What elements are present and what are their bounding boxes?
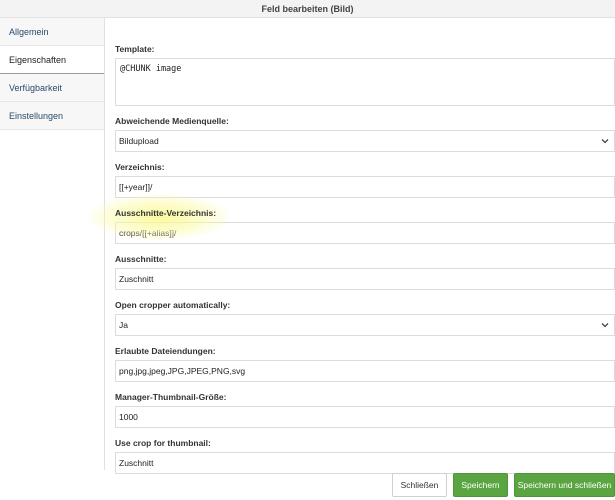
chevron-down-icon <box>601 139 609 144</box>
close-button[interactable]: Schließen <box>392 473 447 497</box>
open-cropper-select[interactable]: Ja <box>115 314 615 336</box>
media-source-value: Bildupload <box>119 136 159 146</box>
template-label: Template: <box>115 44 155 54</box>
sidebar-item-allgemein[interactable]: Allgemein <box>0 18 104 46</box>
allowed-extensions-label: Erlaubte Dateiendungen: <box>115 346 216 356</box>
dialog-footer: Schließen Speichern Speichern und schlie… <box>105 470 615 500</box>
dialog-title: Feld bearbeiten (Bild) <box>0 0 615 18</box>
sidebar-item-eigenschaften[interactable]: Eigenschaften <box>0 46 104 74</box>
sidebar: Allgemein Eigenschaften Verfügbarkeit Ei… <box>0 18 105 470</box>
crop-thumbnail-field: Use crop for thumbnail: Zuschnitt <box>115 438 615 474</box>
crops-label: Ausschnitte: <box>115 254 167 264</box>
thumbnail-size-field: Manager-Thumbnail-Größe: 1000 <box>115 392 615 428</box>
crops-directory-label: Ausschnitte-Verzeichnis: <box>115 208 217 218</box>
media-source-select[interactable]: Bildupload <box>115 130 615 152</box>
media-source-label: Abweichende Medienquelle: <box>115 116 229 126</box>
crop-thumbnail-label: Use crop for thumbnail: <box>115 438 211 448</box>
open-cropper-field: Open cropper automatically: Ja <box>115 300 615 336</box>
allowed-extensions-input[interactable]: png,jpg,jpeg,JPG,JPEG,PNG,svg <box>115 360 615 382</box>
open-cropper-value: Ja <box>119 320 128 330</box>
directory-field: Verzeichnis: [[+year]]/ <box>115 162 615 198</box>
crops-input[interactable]: Zuschnitt <box>115 268 615 290</box>
directory-label: Verzeichnis: <box>115 162 165 172</box>
crops-field: Ausschnitte: Zuschnitt <box>115 254 615 290</box>
crops-directory-input[interactable]: crops/[[+alias]]/ <box>115 222 615 244</box>
open-cropper-label: Open cropper automatically: <box>115 300 231 310</box>
thumbnail-size-label: Manager-Thumbnail-Größe: <box>115 392 227 402</box>
allowed-extensions-field: Erlaubte Dateiendungen: png,jpg,jpeg,JPG… <box>115 346 615 382</box>
template-field: Template: @CHUNK image <box>115 44 615 106</box>
properties-form: Template: @CHUNK image Abweichende Medie… <box>89 18 615 474</box>
sidebar-item-verfuegbarkeit[interactable]: Verfügbarkeit <box>0 74 104 102</box>
save-and-close-button[interactable]: Speichern und schließen <box>514 473 615 497</box>
thumbnail-size-input[interactable]: 1000 <box>115 406 615 428</box>
sidebar-item-einstellungen[interactable]: Einstellungen <box>0 102 104 130</box>
directory-input[interactable]: [[+year]]/ <box>115 176 615 198</box>
crops-directory-field: Ausschnitte-Verzeichnis: crops/[[+alias]… <box>89 194 615 244</box>
template-textarea[interactable]: @CHUNK image <box>115 58 615 106</box>
save-button[interactable]: Speichern <box>453 473 508 497</box>
media-source-field: Abweichende Medienquelle: Bildupload <box>115 116 615 152</box>
chevron-down-icon <box>601 323 609 328</box>
